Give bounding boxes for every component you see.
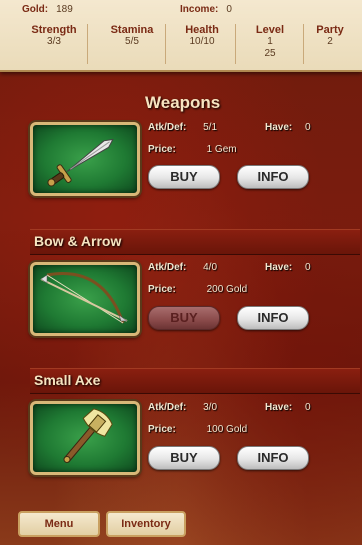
- item-2-atk: Atk/Def: 4/0: [148, 262, 217, 273]
- have-value: 0: [305, 402, 311, 413]
- section-title: Weapons: [145, 93, 221, 112]
- item-image-axe: [30, 401, 140, 475]
- item-3-name: Small Axe: [34, 372, 101, 388]
- item-2-price: Price: 200 Gold: [148, 284, 247, 295]
- income-label: Income:: [180, 4, 219, 15]
- item-1-atk: Atk/Def: 5/1: [148, 122, 217, 133]
- health-value: 10/10: [189, 36, 215, 47]
- atk-label: Atk/Def:: [148, 122, 187, 133]
- price-value: 100 Gold: [206, 424, 248, 435]
- stamina-label: Stamina: [110, 24, 154, 36]
- atk-value: 3/0: [203, 402, 218, 413]
- item-image-bow: [30, 262, 140, 336]
- price-value: 1 Gem: [206, 144, 237, 155]
- atk-value: 4/0: [203, 262, 218, 273]
- item-3-atk: Atk/Def: 3/0: [148, 402, 217, 413]
- price-value: 200 Gold: [206, 284, 248, 295]
- have-label: Have:: [265, 402, 293, 413]
- atk-label: Atk/Def:: [148, 262, 187, 273]
- item-2-have: Have: 0: [265, 262, 311, 273]
- item-image-dagger: [30, 122, 140, 196]
- party-value: 2: [327, 36, 333, 47]
- divider: [303, 24, 304, 64]
- price-label: Price:: [148, 284, 176, 295]
- item-1-have: Have: 0: [265, 122, 311, 133]
- buy-button[interactable]: BUY: [148, 446, 220, 470]
- gold-stat: Gold: 189: [22, 4, 73, 15]
- atk-label: Atk/Def:: [148, 402, 187, 413]
- stamina-value: 5/5: [125, 36, 139, 47]
- income-value: 0: [226, 4, 232, 15]
- item-3-price: Price: 100 Gold: [148, 424, 247, 435]
- level-progress: 25: [264, 48, 276, 59]
- health-label: Health: [185, 24, 219, 36]
- level-value: 1: [267, 36, 273, 47]
- gold-value: 189: [56, 4, 73, 15]
- divider: [235, 24, 236, 64]
- health-stat: Health 10/10: [172, 24, 236, 64]
- income-stat: Income: 0: [180, 4, 232, 15]
- gold-label: Gold:: [22, 4, 49, 15]
- info-button[interactable]: INFO: [237, 165, 309, 189]
- item-1-price: Price: 1 Gem: [148, 144, 237, 155]
- divider: [165, 24, 166, 64]
- bow-arrow-icon: [40, 272, 128, 324]
- level-label: Level: [255, 24, 285, 36]
- price-label: Price:: [148, 424, 176, 435]
- strength-label: Strength: [31, 24, 77, 36]
- have-value: 0: [305, 122, 311, 133]
- info-button[interactable]: INFO: [237, 306, 309, 330]
- buy-button-disabled[interactable]: BUY: [148, 306, 220, 330]
- strength-stat: Strength 3/3: [24, 24, 88, 64]
- divider: [87, 24, 88, 64]
- inventory-tab[interactable]: Inventory: [106, 511, 186, 537]
- shop-screen: Gold: 189 Income: 0 Strength 3/3 Stamina 5…: [0, 0, 362, 545]
- party-label: Party: [316, 24, 344, 36]
- have-value: 0: [305, 262, 311, 273]
- level-stat: Level 1 25: [240, 24, 304, 64]
- info-button[interactable]: INFO: [237, 446, 309, 470]
- axe-icon: [63, 408, 113, 463]
- item-3-header: Small Axe: [30, 368, 360, 394]
- have-label: Have:: [265, 262, 293, 273]
- item-3-have: Have: 0: [265, 402, 311, 413]
- price-label: Price:: [148, 144, 176, 155]
- strength-value: 3/3: [47, 36, 61, 47]
- have-label: Have:: [265, 122, 293, 133]
- atk-value: 5/1: [203, 122, 218, 133]
- buy-button[interactable]: BUY: [148, 165, 220, 189]
- party-stat: Party 2: [306, 24, 354, 48]
- item-2-name: Bow & Arrow: [34, 233, 122, 249]
- stats-header: Gold: 189 Income: 0 Strength 3/3 Stamina 5…: [0, 0, 362, 72]
- menu-tab[interactable]: Menu: [18, 511, 100, 537]
- stamina-stat: Stamina 5/5: [102, 24, 166, 64]
- item-2-header: Bow & Arrow: [30, 229, 360, 255]
- dagger-icon: [47, 138, 114, 187]
